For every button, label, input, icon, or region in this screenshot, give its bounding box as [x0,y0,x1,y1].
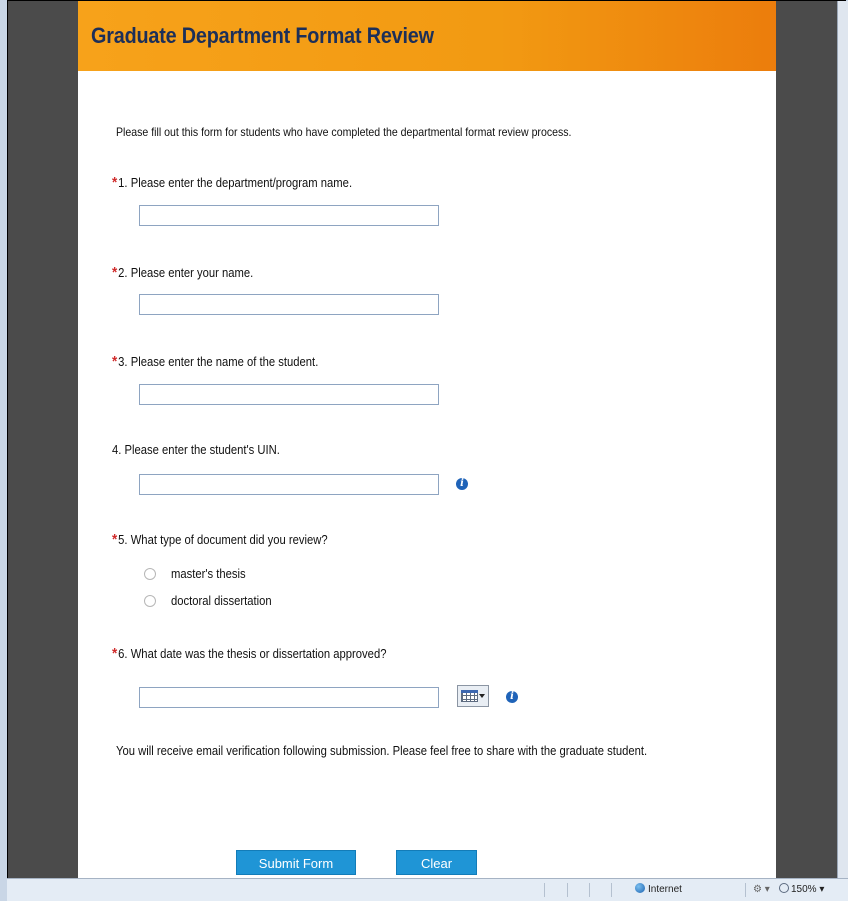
student-name-input[interactable] [139,384,439,405]
calendar-icon [461,690,478,702]
question-3: *3. Please enter the name of the student… [112,353,318,370]
question-4: 4. Please enter the student's UIN. [112,443,280,457]
department-program-input[interactable] [139,205,439,226]
radio-button[interactable] [144,568,156,580]
question-number: 4. [112,443,122,457]
status-divider [745,883,746,897]
security-zone[interactable]: Internet [635,883,682,895]
question-6: *6. What date was the thesis or disserta… [112,645,386,662]
question-text: What type of document did you review? [130,533,328,547]
question-number: 2. [118,266,128,280]
question-number: 5. [118,533,128,547]
zone-label: Internet [648,884,682,895]
globe-icon [635,883,645,893]
question-text: Please enter your name. [130,266,254,280]
page-margin-right [776,1,837,878]
status-divider [589,883,590,897]
protected-mode-icon[interactable]: ⚙ ▾ [753,884,770,895]
radio-label: doctoral dissertation [171,594,272,608]
required-marker: * [112,645,118,662]
status-divider [567,883,568,897]
student-uin-input[interactable] [139,474,439,495]
radio-button[interactable] [144,595,156,607]
question-text: What date was the thesis or dissertation… [130,647,387,661]
form-title: Graduate Department Format Review [91,23,434,48]
chevron-down-icon [479,694,485,698]
form-header: Graduate Department Format Review [78,1,776,71]
clear-button[interactable]: Clear [396,850,477,875]
form-intro: Please fill out this form for students w… [116,125,572,139]
calendar-picker-button[interactable] [457,685,489,707]
zoom-dropdown-icon: ▾ [819,884,825,895]
zoom-level: 150% [791,884,817,895]
submit-form-button[interactable]: Submit Form [236,850,356,875]
approval-date-input[interactable] [139,687,439,708]
question-number: 6. [118,647,128,661]
status-divider [611,883,612,897]
question-2: *2. Please enter your name. [112,264,253,281]
scrollbar[interactable] [837,1,848,878]
your-name-input[interactable] [139,294,439,315]
browser-status-bar: Internet ⚙ ▾ 150% ▾ [7,878,848,901]
required-marker: * [112,353,118,370]
required-marker: * [112,174,118,191]
question-1: *1. Please enter the department/program … [112,174,352,191]
radio-label: master's thesis [171,567,246,581]
protected-mode-dropdown-icon: ▾ [764,884,770,895]
question-5: *5. What type of document did you review… [112,531,328,548]
page-margin-left [8,1,78,878]
question-number: 1. [118,176,128,190]
status-divider [544,883,545,897]
zoom-control[interactable]: 150% ▾ [779,883,824,895]
form-page: Graduate Department Format Review Please… [78,1,776,878]
required-marker: * [112,264,118,281]
required-marker: * [112,531,118,548]
question-number: 3. [118,355,128,369]
question-text: Please enter the name of the student. [130,355,319,369]
question-text: Please enter the student's UIN. [124,443,280,457]
zoom-icon [779,883,789,893]
question-text: Please enter the department/program name… [130,176,353,190]
date-info-icon[interactable]: i [506,691,518,703]
submission-note: You will receive email verification foll… [116,744,648,758]
uin-info-icon[interactable]: i [456,478,468,490]
